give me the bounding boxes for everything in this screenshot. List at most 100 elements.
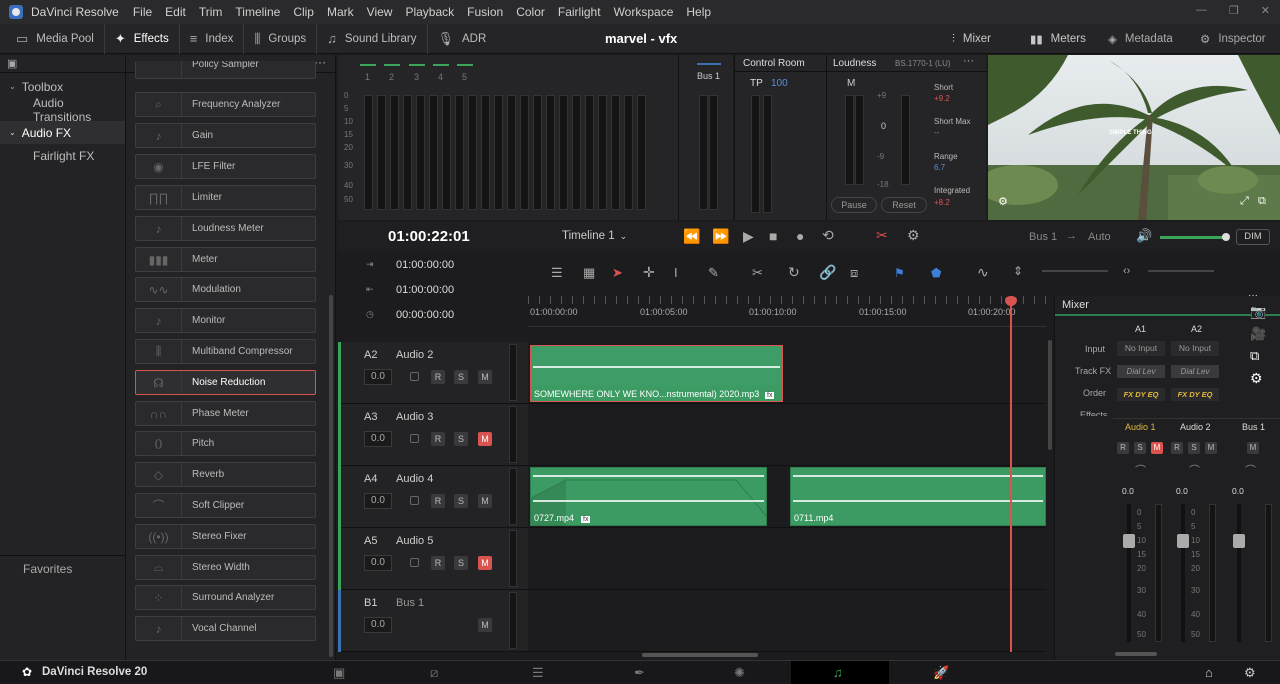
vertical-zoom-slider[interactable] [1042,270,1108,272]
mixer-volume-value[interactable]: 0.0 [1232,486,1244,496]
fx-item-modulation[interactable]: ∿∿ Modulation [135,277,316,302]
media-pool-button[interactable]: ▭ Media Pool [0,23,105,54]
minimize-icon[interactable]: — [1196,4,1207,17]
grid-icon[interactable]: ▦ [583,265,595,281]
pan-icon[interactable]: ⌒ [1245,462,1256,478]
sidebar-item-audio-transitions[interactable]: Audio Transitions [0,96,125,124]
fast-forward-icon[interactable]: ⏩ [712,228,729,245]
fx-item-lfe-filter[interactable]: ◉ LFE Filter [135,154,316,179]
horizontal-zoom-slider[interactable] [1148,270,1214,272]
gear-icon[interactable]: ⚙ [1250,370,1263,387]
record-arm-icon[interactable]: ✂ [876,227,888,244]
favorites-label[interactable]: Favorites [23,562,72,576]
home-icon[interactable]: ⌂ [1205,665,1213,680]
color-page-icon[interactable]: ✺ [734,665,745,681]
flag-icon[interactable]: ⚑ [894,266,905,280]
mute-button[interactable]: M [478,370,492,384]
track-volume[interactable]: 0.0 [364,431,392,447]
stop-icon[interactable]: ■ [769,228,777,244]
fairlight-page-icon[interactable]: ♫ [833,665,843,680]
sidebar-item-audio-fx[interactable]: ⌄ Audio FX [0,121,125,144]
edit-selection-icon[interactable]: I [674,265,678,280]
track-header-a3[interactable]: A3 Audio 3 0.0 R S M [338,404,528,466]
fx-item-soft-clipper[interactable]: ⌒ Soft Clipper [135,493,316,518]
viewer-popout-icon[interactable]: ⧉ [1258,195,1266,208]
timeline-v-scrollbar[interactable] [1048,340,1052,450]
loudness-more-icon[interactable]: ··· [963,55,974,67]
fx-item-surround-analyzer[interactable]: ⁘ Surround Analyzer [135,585,316,610]
track-lane-b1[interactable] [528,590,1046,652]
fader-knob[interactable] [1123,534,1135,548]
menu-fairlight[interactable]: Fairlight [558,5,601,19]
track-lane-a3[interactable] [528,404,1046,466]
mixer-order-a2[interactable]: FX DY EQ [1171,388,1219,401]
fx-item-policy-sampler[interactable]: Policy Sampler [135,61,316,79]
mixer-h-scrollbar[interactable] [1115,652,1157,656]
pan-icon[interactable]: ⌒ [1135,462,1146,478]
fx-item-limiter[interactable]: ∏∏ Limiter [135,185,316,210]
fx-item-monitor[interactable]: ♪ Monitor [135,308,316,333]
fx-item-noise-reduction[interactable]: ☊ Noise Reduction [135,370,316,395]
lock-icon[interactable] [410,558,419,567]
vertical-zoom-icon[interactable]: ⇕ [1013,264,1023,278]
mixer-input-a1[interactable]: No Input [1117,341,1165,356]
record-arm-button[interactable]: R [1117,442,1129,454]
fusion-page-icon[interactable]: ✒ [634,665,645,681]
horizontal-zoom-icon[interactable]: ‹› [1123,265,1130,277]
snap-icon[interactable]: ↻ [788,264,800,281]
metadata-toggle[interactable]: ◈ Metadata [1108,24,1173,54]
menu-fusion[interactable]: Fusion [467,5,503,19]
view-waveform-icon[interactable]: ⧈ [850,265,858,281]
loudness-pause-button[interactable]: Pause [831,197,877,213]
groups-button[interactable]: ⫼ Groups [244,23,318,54]
mixer-order-a1[interactable]: FX DY EQ [1117,388,1165,401]
track-name[interactable]: Audio 5 [396,535,433,547]
fx-item-phase-meter[interactable]: ∩∩ Phase Meter [135,401,316,426]
audio-clip[interactable]: SOMEWHERE ONLY WE KNO...nstrumental) 202… [530,345,783,402]
adr-button[interactable]: 🎙 ADR [428,24,497,54]
settings-gear-icon[interactable]: ⚙ [1244,665,1256,681]
record-arm-button[interactable]: R [431,494,445,508]
timeline-ruler[interactable]: 01:00:00:00 01:00:05:00 01:00:10:00 01:0… [528,296,1046,327]
track-lane-a4[interactable]: 0727.mp4 fx 0711.mp4 [528,466,1046,528]
media-page-icon[interactable]: ▣ [333,665,345,681]
marker-icon[interactable]: ⬟ [931,266,941,280]
camera-icon[interactable]: 📷 [1250,304,1266,320]
duration-timecode[interactable]: 00:00:00:00 [396,309,454,321]
fx-item-vocal-channel[interactable]: ♪ Vocal Channel [135,616,316,641]
mixer-volume-value[interactable]: 0.0 [1122,486,1134,496]
solo-button[interactable]: S [1134,442,1146,454]
fader-knob[interactable] [1177,534,1189,548]
auto-label[interactable]: Auto [1088,231,1111,243]
record-icon[interactable]: ● [796,228,804,244]
playhead[interactable] [1010,296,1012,652]
cut-page-icon[interactable]: ⧄ [430,665,438,681]
fx-list-scrollbar[interactable] [329,295,333,657]
play-icon[interactable]: ▶ [743,228,754,245]
timeline-selector[interactable]: Timeline 1 ⌄ [562,230,627,242]
fx-item-reverb[interactable]: ◇ Reverb [135,462,316,487]
menu-playback[interactable]: Playback [405,5,454,19]
mixer-volume-value[interactable]: 0.0 [1176,486,1188,496]
pan-icon[interactable]: ⌒ [1189,462,1200,478]
record-arm-button[interactable]: R [1171,442,1183,454]
solo-button[interactable]: S [454,370,468,384]
mute-button[interactable]: M [478,556,492,570]
menu-help[interactable]: Help [686,5,711,19]
mute-button[interactable]: M [1205,442,1217,454]
mute-button[interactable]: M [478,432,492,446]
close-icon[interactable]: ✕ [1261,4,1270,17]
track-header-a4[interactable]: A4 Audio 4 0.0 R S M [338,466,528,528]
automation-icon[interactable]: ⚙ [907,227,920,244]
menu-color[interactable]: Color [516,5,545,19]
index-button[interactable]: ≡ Index [180,23,245,54]
record-arm-button[interactable]: R [431,432,445,446]
viewer-settings-icon[interactable]: ⚙ [998,195,1008,208]
rewind-icon[interactable]: ⏪ [683,228,700,245]
speaker-icon[interactable]: 🔊 [1136,228,1152,244]
loudness-reset-button[interactable]: Reset [881,197,927,213]
record-arm-button[interactable]: R [431,556,445,570]
in-timecode[interactable]: 01:00:00:00 [396,259,454,271]
meters-toggle[interactable]: ▮▮ Meters [1030,24,1086,54]
mixer-trackfx-a1[interactable]: Dial Lev [1117,365,1165,378]
